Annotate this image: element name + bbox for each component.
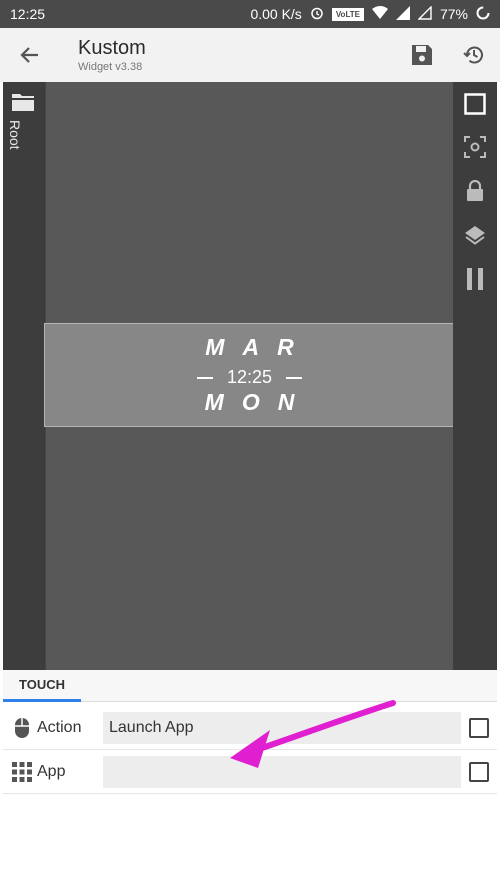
back-button[interactable] bbox=[0, 28, 60, 82]
app-row[interactable]: App bbox=[3, 750, 497, 794]
app-subtitle: Widget v3.38 bbox=[78, 61, 143, 73]
widget-time-row: 12:25 bbox=[45, 367, 454, 388]
action-checkbox[interactable] bbox=[469, 718, 489, 738]
volte-badge: VoLTE bbox=[331, 7, 364, 21]
history-button[interactable] bbox=[448, 28, 500, 82]
history-icon bbox=[463, 46, 483, 64]
wifi-icon bbox=[371, 6, 388, 22]
widget-month: MAR bbox=[205, 334, 312, 360]
tab-bar: TOUCH bbox=[3, 670, 497, 702]
battery-icon bbox=[476, 6, 490, 23]
app-value[interactable] bbox=[103, 756, 461, 788]
focus-icon[interactable] bbox=[463, 135, 487, 159]
action-row[interactable]: Action Launch App bbox=[3, 706, 497, 750]
layers-icon[interactable] bbox=[463, 223, 487, 247]
alarm-icon bbox=[310, 6, 324, 23]
status-indicators: 0.00 K/s VoLTE 77% bbox=[250, 4, 490, 23]
properties-panel: TOUCH Action Launch App App bbox=[3, 670, 497, 889]
app-bar: Kustom Widget v3.38 bbox=[0, 28, 500, 82]
save-icon bbox=[412, 45, 432, 65]
right-rail bbox=[453, 82, 497, 670]
status-time: 12:25 bbox=[10, 6, 46, 22]
widget-preview[interactable]: MAR 12:25 MON bbox=[44, 323, 455, 427]
editor-area: Root MAR 12:25 MON bbox=[3, 82, 497, 670]
widget-time: 12:25 bbox=[226, 367, 273, 387]
pause-icon[interactable] bbox=[463, 267, 487, 291]
app-label: App bbox=[37, 763, 66, 780]
mouse-icon bbox=[11, 717, 33, 739]
folder-icon[interactable] bbox=[11, 92, 35, 117]
battery-percent: 77% bbox=[439, 6, 468, 22]
square-icon[interactable] bbox=[463, 92, 487, 116]
action-value[interactable]: Launch App bbox=[103, 712, 461, 744]
network-speed: 0.00 K/s bbox=[250, 6, 302, 22]
grid-icon bbox=[11, 761, 33, 783]
signal-icon bbox=[395, 5, 410, 23]
action-label: Action bbox=[37, 719, 82, 736]
left-dash bbox=[196, 376, 213, 379]
lock-icon[interactable] bbox=[463, 179, 487, 203]
save-button[interactable] bbox=[396, 28, 448, 82]
signal-outline-icon bbox=[417, 4, 432, 23]
right-dash bbox=[286, 376, 303, 379]
app-checkbox[interactable] bbox=[469, 762, 489, 782]
widget-day: MON bbox=[204, 389, 313, 415]
status-bar: 12:25 0.00 K/s VoLTE 77% bbox=[0, 0, 500, 28]
root-breadcrumb[interactable]: Root bbox=[7, 120, 23, 150]
back-arrow-icon bbox=[20, 47, 38, 63]
title-block: Kustom Widget v3.38 bbox=[60, 37, 396, 73]
app-title: Kustom bbox=[78, 37, 146, 59]
tab-touch[interactable]: TOUCH bbox=[3, 670, 81, 702]
left-rail: Root bbox=[3, 82, 45, 670]
